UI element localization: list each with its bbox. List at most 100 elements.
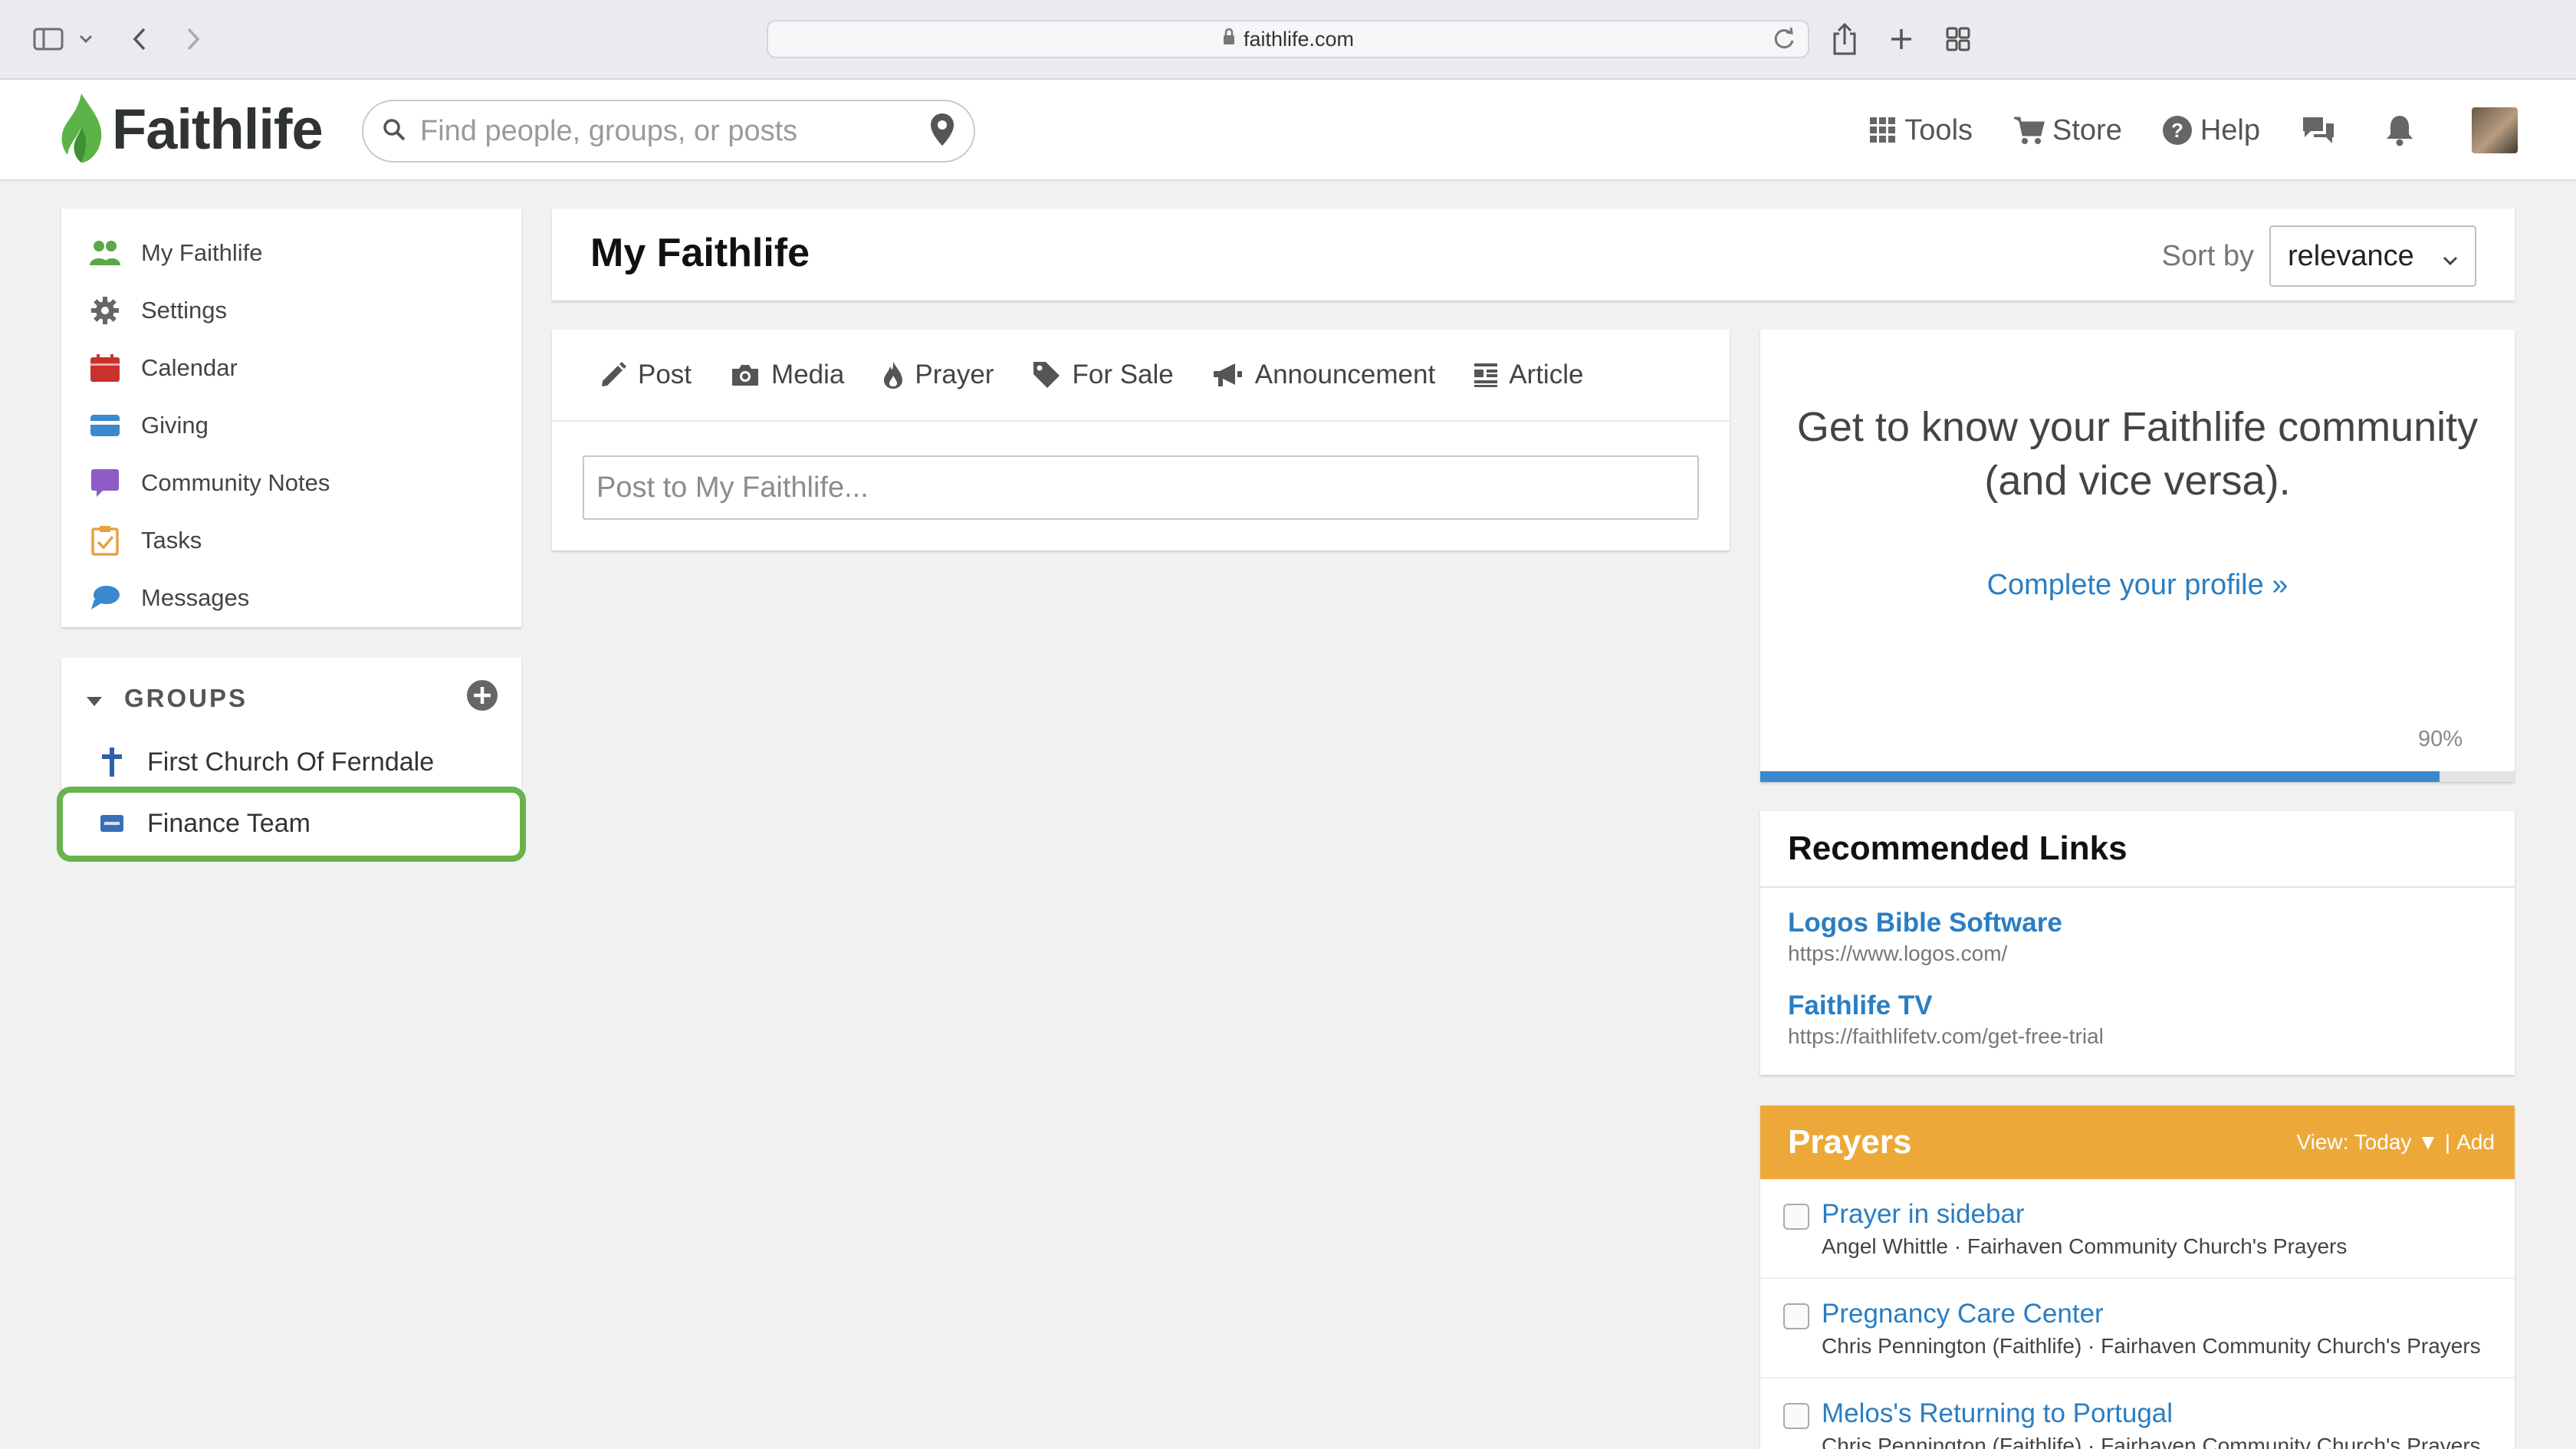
help-label: Help xyxy=(2200,113,2260,146)
location-pin-icon[interactable] xyxy=(929,112,955,151)
recommended-link-title[interactable]: Faithlife TV xyxy=(1788,991,2104,1021)
prayer-meta: Angel Whittle · Fairhaven Community Chur… xyxy=(1822,1234,2348,1258)
prayer-checkbox[interactable] xyxy=(1783,1204,1809,1230)
recommended-link-title[interactable]: Logos Bible Software xyxy=(1788,908,2062,938)
add-prayer-link[interactable]: Add xyxy=(2456,1130,2495,1155)
tab-media[interactable]: Media xyxy=(730,360,844,390)
add-group-button[interactable] xyxy=(466,679,498,715)
sort-select[interactable]: relevance xyxy=(2269,225,2476,287)
separator: | xyxy=(2444,1130,2451,1154)
pencil-icon xyxy=(600,361,627,389)
flame-logo-icon xyxy=(58,90,106,168)
sidebar-item-label: Tasks xyxy=(141,526,202,554)
chat-icon xyxy=(87,580,123,616)
note-icon xyxy=(87,465,123,501)
selection-highlight xyxy=(57,787,526,862)
tag-icon xyxy=(1032,360,1061,389)
prayer-title[interactable]: Prayer in sidebar xyxy=(1822,1199,2515,1230)
complete-profile-link[interactable]: Complete your profile » xyxy=(1760,569,2515,602)
tab-prayer[interactable]: Prayer xyxy=(882,360,994,390)
tab-label: Announcement xyxy=(1254,360,1436,389)
recommended-link-item[interactable]: Faithlife TV https://faithlifetv.com/get… xyxy=(1788,991,2104,1049)
people-icon xyxy=(87,235,123,271)
post-input[interactable] xyxy=(583,455,1699,520)
tab-post[interactable]: Post xyxy=(600,360,692,390)
cart-icon xyxy=(2013,116,2045,145)
tools-link[interactable]: Tools xyxy=(1869,114,1973,147)
groups-heading: GROUPS xyxy=(124,684,248,712)
gear-icon xyxy=(87,293,123,328)
page-title: My Faithlife xyxy=(590,231,810,275)
forward-icon[interactable] xyxy=(178,20,209,58)
prayer-meta: Chris Pennington (Faithlife) · Fairhaven… xyxy=(1822,1434,2481,1449)
chevron-down-icon[interactable] xyxy=(75,20,97,58)
sidebar-item-label: Community Notes xyxy=(141,468,330,496)
tab-overview-icon[interactable] xyxy=(1938,20,1978,58)
sidebar-item-community-notes[interactable]: Community Notes xyxy=(61,454,521,511)
sidebar-item-label: Giving xyxy=(141,411,209,439)
notifications-button[interactable] xyxy=(2384,114,2423,146)
new-tab-icon[interactable] xyxy=(1881,20,1921,58)
faithlife-logo[interactable]: Faithlife xyxy=(58,90,324,168)
header-nav: Tools Store ? Help xyxy=(1869,80,2576,181)
calendar-icon xyxy=(87,350,123,386)
search-bar[interactable] xyxy=(362,100,975,163)
reload-icon[interactable] xyxy=(1771,26,1797,58)
list-item: Prayer in sidebar Angel Whittle · Fairha… xyxy=(1760,1179,2515,1279)
prayer-checkbox[interactable] xyxy=(1783,1403,1809,1429)
prayer-title[interactable]: Pregnancy Care Center xyxy=(1822,1299,2515,1329)
address-bar[interactable]: faithlife.com xyxy=(767,20,1809,58)
sidebar-item-my-faithlife[interactable]: My Faithlife xyxy=(61,224,521,281)
view-filter-dropdown[interactable]: View: Today ▼ xyxy=(2296,1130,2438,1155)
tab-label: Media xyxy=(771,360,845,389)
groups-toggle[interactable]: GROUPS xyxy=(86,684,248,713)
back-icon[interactable] xyxy=(124,20,155,58)
avatar[interactable] xyxy=(2472,107,2518,153)
list-item: Pregnancy Care Center Chris Pennington (… xyxy=(1760,1279,2515,1378)
messages-button[interactable] xyxy=(2300,114,2344,146)
sidebar-item-label: Settings xyxy=(141,296,228,324)
tab-article[interactable]: Article xyxy=(1474,360,1583,390)
group-label: First Church Of Ferndale xyxy=(147,747,435,777)
sidebar-item-giving[interactable]: Giving xyxy=(61,396,521,454)
help-link[interactable]: ? Help xyxy=(2162,114,2260,147)
lock-icon xyxy=(1222,28,1236,51)
group-first-church-of-ferndale[interactable]: First Church Of Ferndale xyxy=(61,731,521,793)
tab-label: Post xyxy=(638,360,692,389)
progress-percent: 90% xyxy=(2417,727,2463,751)
sidebar-item-label: My Faithlife xyxy=(141,238,263,266)
url-text: faithlife.com xyxy=(1243,27,1355,51)
megaphone-icon xyxy=(1212,362,1244,388)
page-header: My Faithlife Sort by relevance xyxy=(552,209,2515,301)
bell-icon xyxy=(2384,114,2415,146)
plus-circle-icon xyxy=(466,680,498,715)
prayers-card: Prayers View: Today ▼ | Add Prayer in si… xyxy=(1760,1106,2515,1449)
tab-label: Article xyxy=(1509,360,1584,389)
sidebar-toggle-icon[interactable] xyxy=(29,20,67,58)
tab-for-sale[interactable]: For Sale xyxy=(1032,360,1174,390)
search-input[interactable] xyxy=(420,114,929,148)
cross-icon xyxy=(95,747,129,777)
sidebar-item-settings[interactable]: Settings xyxy=(61,281,521,339)
sidebar-item-calendar[interactable]: Calendar xyxy=(61,339,521,396)
prayers-title: Prayers xyxy=(1788,1123,1912,1161)
recommended-link-url: https://faithlifetv.com/get-free-trial xyxy=(1788,1024,2104,1048)
prayer-checkbox[interactable] xyxy=(1783,1303,1809,1329)
tools-label: Tools xyxy=(1904,113,1973,146)
sidebar-item-messages[interactable]: Messages xyxy=(61,569,521,626)
store-label: Store xyxy=(2052,113,2122,146)
search-icon xyxy=(382,117,406,146)
progress-bar xyxy=(1760,771,2515,782)
tab-announcement[interactable]: Announcement xyxy=(1212,360,1435,390)
share-icon[interactable] xyxy=(1825,20,1865,58)
divider xyxy=(1760,886,2515,888)
sidebar-item-tasks[interactable]: Tasks xyxy=(61,511,521,569)
store-link[interactable]: Store xyxy=(2013,114,2122,147)
tab-label: Prayer xyxy=(915,360,994,389)
prayer-title[interactable]: Melos's Returning to Portugal xyxy=(1822,1398,2515,1429)
tab-label: For Sale xyxy=(1072,360,1174,389)
recommended-link-item[interactable]: Logos Bible Software https://www.logos.c… xyxy=(1788,908,2062,966)
sidebar-item-label: Calendar xyxy=(141,353,238,381)
sort-control: Sort by relevance xyxy=(2162,225,2476,287)
sidebar-item-label: Messages xyxy=(141,583,250,611)
